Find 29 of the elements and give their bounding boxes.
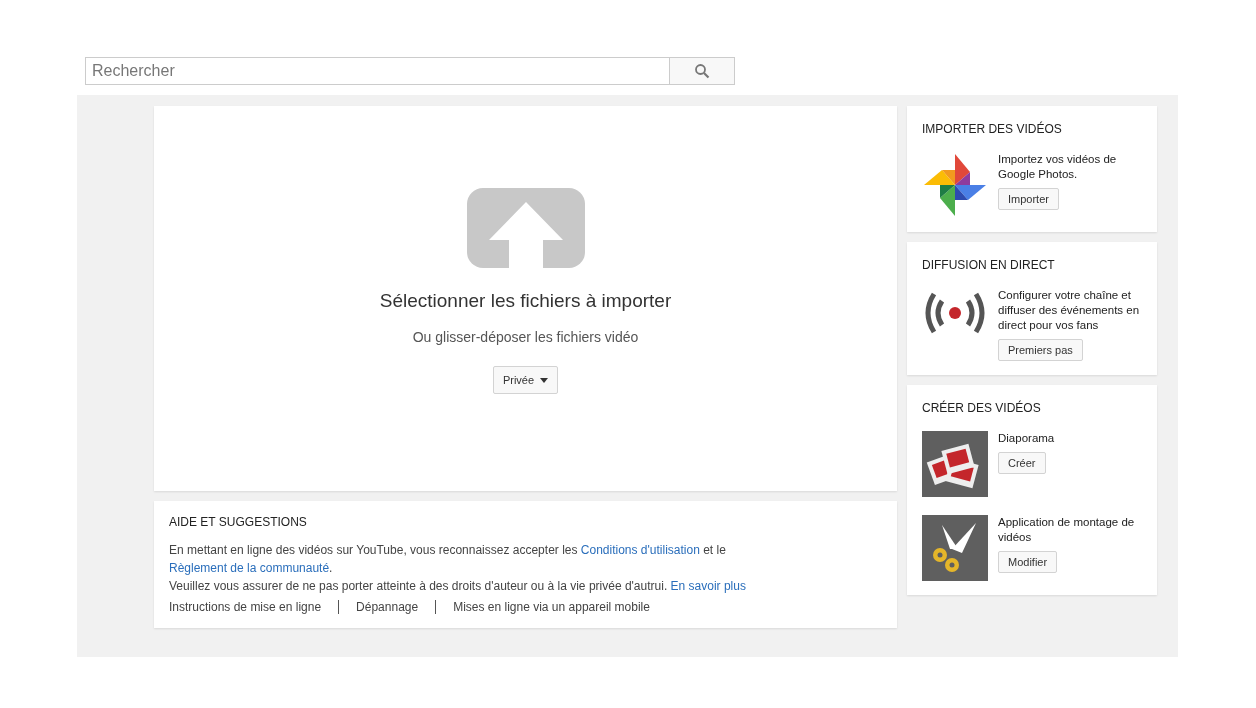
- help-link[interactable]: Conditions d'utilisation: [580, 543, 700, 557]
- slides-icon: [922, 431, 988, 497]
- help-link[interactable]: Mises en ligne via un appareil mobile: [453, 600, 650, 614]
- scissors-icon: [922, 515, 988, 581]
- sidebar-title: IMPORTER DES VIDÉOS: [922, 122, 1063, 136]
- help-paragraph: En mettant en ligne des vidéos sur YouTube, vous reconnaissez accepter les Conditions d'utilisation et le Règlement de la communauté.: [169, 542, 727, 577]
- sidebar-button[interactable]: Premiers pas: [998, 339, 1083, 361]
- sidebar-button[interactable]: Modifier: [998, 551, 1058, 573]
- sidebar-button[interactable]: Importer: [998, 188, 1059, 210]
- upload-subtitle: Ou glisser-déposer les fichiers vidéo: [412, 329, 639, 345]
- sidebar-text: Configurer votre chaîne et diffuser des événements en direct pour vos fans: [998, 288, 1141, 333]
- pinwheel-icon: [922, 152, 988, 218]
- help-link[interactable]: En savoir plus: [670, 579, 746, 593]
- sidebar-title: DIFFUSION EN DIRECT: [922, 258, 1056, 272]
- upload-title: Sélectionner les fichiers à importer: [379, 290, 672, 312]
- caret-icon: [540, 377, 549, 383]
- privacy-dropdown[interactable]: Privée: [492, 366, 559, 394]
- search-field[interactable]: Rechercher: [85, 57, 669, 85]
- sidebar-text: Application de montage de vidéos: [998, 515, 1136, 545]
- help-title: AIDE ET SUGGESTIONS: [169, 515, 308, 529]
- search-icon: [694, 63, 710, 79]
- help-paragraph: Veuillez vous assurer de ne pas porter atteinte à des droits d'auteur ou à la vie privée d'autrui. En savoir plus: [169, 578, 747, 595]
- sidebar-button[interactable]: Créer: [998, 452, 1046, 474]
- sidebar-text: Diaporama: [998, 431, 1056, 446]
- search-button[interactable]: [669, 57, 735, 85]
- sidebar-text: Importez vos vidéos de Google Photos.: [998, 152, 1118, 182]
- sidebar-title: CRÉER DES VIDÉOS: [922, 401, 1042, 415]
- help-link[interactable]: Dépannage: [356, 600, 419, 614]
- help-link[interactable]: Instructions de mise en ligne: [169, 600, 322, 614]
